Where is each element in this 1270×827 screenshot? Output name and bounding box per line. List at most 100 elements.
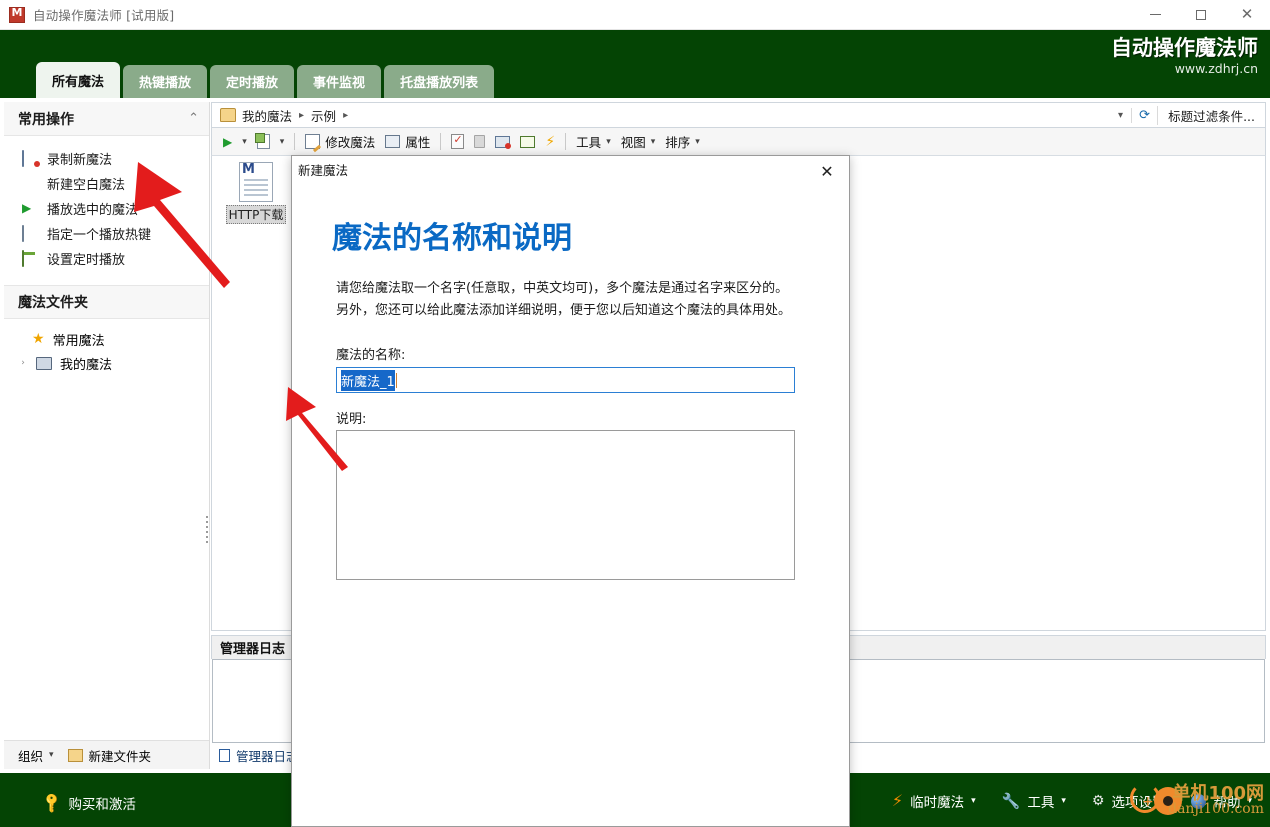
toolbar-tools-label: 工具 [576, 135, 602, 150]
lightning-icon: ⚡ [545, 133, 556, 150]
description-label: 说明: [336, 412, 367, 427]
brand: 自动操作魔法师 www.zdhrj.cn [1111, 36, 1258, 77]
calendar-icon [22, 250, 39, 267]
log-document-icon [219, 748, 230, 762]
toolbar-record-button[interactable] [490, 130, 515, 154]
calendar-icon [520, 135, 536, 148]
sidebar-section-common-ops[interactable]: 常用操作 ⌃ [4, 102, 209, 136]
toolbar-lock-button[interactable] [469, 130, 490, 154]
title-filter-input[interactable]: 标题过滤条件... [1157, 105, 1265, 125]
buy-activate-button[interactable]: 🔑 购买和激活 [34, 789, 146, 817]
footer-tools-menu[interactable]: 🔧 工具 ▾ [992, 787, 1076, 815]
sidebar-item-set-schedule[interactable]: 设置定时播放 [4, 246, 209, 271]
refresh-icon[interactable]: ⟳ [1131, 107, 1157, 123]
sidebar-item-label: 指定一个播放热键 [47, 228, 152, 243]
toolbar-divider [294, 133, 296, 150]
breadcrumb-part-1[interactable]: 示例 [311, 106, 336, 125]
chevron-down-icon: ▾ [695, 136, 700, 147]
sidebar-item-record-new-magic[interactable]: 录制新魔法 [4, 146, 209, 171]
content-toolbar: ▶ ▾ ▾ 修改魔法 属性 ⚡ [211, 128, 1266, 156]
properties-icon [385, 135, 401, 148]
toolbar-clipboard-button[interactable] [446, 130, 469, 154]
magic-name-label: 魔法的名称: [336, 348, 406, 363]
toolbar-edit-magic-button[interactable]: 修改魔法 [300, 130, 380, 154]
app-root: 自动操作魔法师 [试用版] ✕ 自动操作魔法师 www.zdhrj.cn 所有魔… [0, 0, 1270, 827]
sidebar-item-label: 录制新魔法 [47, 153, 113, 168]
sidebar-item-label: 新建空白魔法 [47, 178, 126, 193]
close-button[interactable]: ✕ [1224, 0, 1270, 30]
list-item[interactable]: HTTP下载 [222, 162, 290, 224]
new-document-icon [254, 133, 270, 149]
toolbar-sort-menu[interactable]: 排序 ▾ [660, 130, 705, 154]
toolbar-schedule-button[interactable] [515, 130, 540, 154]
toolbar-lightning-button[interactable]: ⚡ [540, 130, 560, 154]
tab-bar: 所有魔法 热键播放 定时播放 事件监视 托盘播放列表 [36, 62, 495, 98]
chevron-up-icon[interactable]: ⌃ [188, 111, 199, 126]
breadcrumb-part-0[interactable]: 我的魔法 [242, 106, 292, 125]
brand-title: 自动操作魔法师 [1111, 36, 1258, 60]
buy-activate-label: 购买和激活 [68, 797, 136, 813]
sidebar-section-title: 常用操作 [18, 111, 74, 128]
toolbar-play-dropdown[interactable]: ▾ [237, 130, 252, 154]
wrench-icon: 🔧 [1001, 791, 1021, 810]
play-icon: ▶ [22, 201, 32, 215]
minimize-button[interactable] [1132, 0, 1178, 30]
toolbar-new-button[interactable] [252, 130, 275, 154]
log-panel-tab-label: 管理器日志 [236, 748, 299, 764]
key-icon: 🔑 [40, 791, 65, 815]
toolbar-sort-label: 排序 [665, 135, 691, 150]
sidebar-folder-my-magic[interactable]: › 我的魔法 [4, 351, 209, 375]
sidebar-item-play-selected-magic[interactable]: ▶ 播放选中的魔法 [4, 196, 209, 221]
window-title: 自动操作魔法师 [试用版] [33, 8, 175, 23]
tab-scheduled-play[interactable]: 定时播放 [210, 65, 295, 98]
toolbar-play-button[interactable]: ▶ [218, 130, 237, 154]
organize-label[interactable]: 组织 [18, 746, 43, 765]
tab-all-magic[interactable]: 所有魔法 [36, 62, 121, 98]
tab-tray-playlist[interactable]: 托盘播放列表 [384, 65, 495, 98]
toolbar-view-menu[interactable]: 视图 ▾ [616, 130, 661, 154]
tab-event-monitor[interactable]: 事件监视 [297, 65, 382, 98]
sidebar-folder-label: 常用魔法 [52, 333, 105, 349]
toolbar-new-dropdown[interactable]: ▾ [275, 130, 290, 154]
breadcrumb-dropdown-icon[interactable]: ▾ [1110, 110, 1131, 121]
lightning-icon: ⚡ [891, 791, 904, 810]
keyboard-icon [22, 225, 39, 242]
magic-name-input[interactable]: 新魔法_1 [336, 367, 795, 393]
sidebar-item-new-blank-magic[interactable]: 新建空白魔法 [4, 171, 209, 196]
play-icon: ▶ [223, 134, 233, 149]
maximize-button[interactable] [1178, 0, 1224, 30]
chevron-down-icon: ▾ [279, 136, 285, 147]
description-textarea[interactable] [336, 430, 795, 580]
dialog-title-bar: 新建魔法 [292, 156, 849, 182]
watermark-plus-icon: + [1142, 794, 1154, 810]
magic-name-value: 新魔法_1 [341, 369, 395, 391]
dialog-title: 新建魔法 [298, 162, 349, 178]
tab-hotkey-play[interactable]: 热键播放 [123, 65, 208, 98]
chevron-down-icon[interactable]: ▾ [49, 750, 54, 760]
folder-icon [220, 108, 236, 122]
dialog-heading: 魔法的名称和说明 [332, 221, 572, 256]
toolbar-properties-button[interactable]: 属性 [380, 130, 435, 154]
text-caret [395, 372, 397, 388]
new-folder-label[interactable]: 新建文件夹 [89, 746, 152, 765]
footer-temp-magic-menu[interactable]: ⚡ 临时魔法 ▾ [882, 787, 986, 815]
app-header: 自动操作魔法师 www.zdhrj.cn 所有魔法 热键播放 定时播放 事件监视… [0, 30, 1270, 98]
breadcrumb-separator: ▸ [299, 109, 305, 121]
watermark-en: danji100.com [1168, 801, 1264, 817]
chevron-right-icon[interactable]: › [18, 358, 28, 368]
toolbar-tools-menu[interactable]: 工具 ▾ [571, 130, 616, 154]
sidebar-section-magic-folders[interactable]: 魔法文件夹 [4, 285, 209, 319]
dialog-close-button[interactable]: ✕ [805, 156, 849, 186]
sidebar-footer: 组织 ▾ 新建文件夹 [4, 740, 209, 769]
edit-magic-icon [305, 134, 321, 149]
sidebar-item-label: 设置定时播放 [47, 253, 126, 268]
sidebar-folder-label: 我的魔法 [60, 357, 113, 373]
footer-left: 🔑 购买和激活 [34, 789, 146, 817]
toolbar-view-label: 视图 [620, 135, 646, 150]
gear-icon: ⚙ [1091, 793, 1105, 809]
window-title-bar: 自动操作魔法师 [试用版] ✕ [0, 0, 1270, 30]
close-icon: ✕ [820, 161, 834, 181]
sidebar-item-assign-hotkey[interactable]: 指定一个播放热键 [4, 221, 209, 246]
dialog-paragraph: 请您给魔法取一个名字(任意取，中英文均可)，多个魔法是通过名字来区分的。另外，您… [336, 281, 792, 318]
sidebar-folder-favorites[interactable]: ★ 常用魔法 [4, 327, 209, 351]
